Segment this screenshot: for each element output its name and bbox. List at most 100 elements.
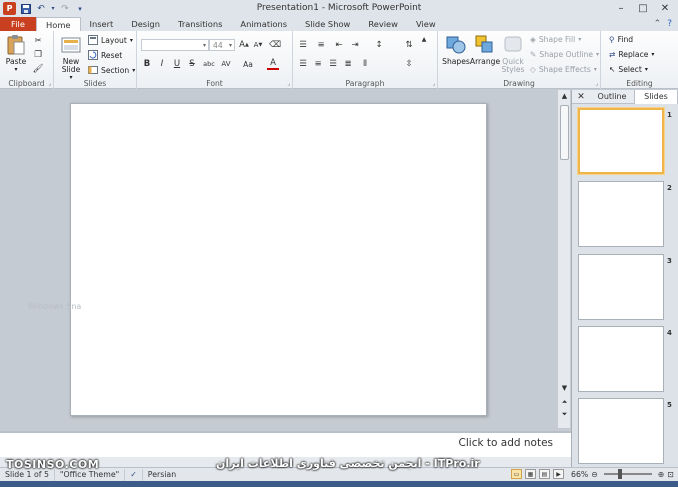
font-launcher-icon[interactable]: ⌟ <box>287 80 290 87</box>
title-bar: P ↶ ▾ ↷ ▾ Presentation1 - Microsoft Powe… <box>0 0 678 17</box>
tab-view[interactable]: View <box>407 17 445 31</box>
shape-fill-button[interactable]: ◈ Shape Fill ▾ <box>530 35 581 44</box>
close-icon[interactable]: ✕ <box>654 0 676 16</box>
slide-thumbnail[interactable] <box>578 398 664 464</box>
tab-outline[interactable]: Outline <box>590 90 634 104</box>
tab-slides[interactable]: Slides <box>634 89 678 104</box>
shape-outline-button[interactable]: ✎ Shape Outline ▾ <box>530 50 599 59</box>
tab-insert[interactable]: Insert <box>81 17 123 31</box>
cut-icon[interactable]: ✂ <box>32 35 44 47</box>
replace-button[interactable]: ⇄ Replace ▾ <box>609 50 654 59</box>
shadow-icon[interactable]: abc <box>201 58 217 70</box>
slide-sorter-view-icon[interactable]: ▦ <box>525 469 537 479</box>
notes-pane[interactable]: Click to add notes <box>0 431 571 457</box>
font-name-combo[interactable]: ▾ <box>141 39 209 51</box>
justify-icon[interactable]: ≣ <box>342 58 354 70</box>
shapes-button[interactable]: Shapes <box>442 34 470 66</box>
slide-thumbnail[interactable] <box>578 108 664 174</box>
previous-slide-icon[interactable]: ⏶ <box>558 396 571 408</box>
decrease-indent-icon[interactable]: ⇤ <box>333 39 345 51</box>
align-right-icon[interactable]: ☰ <box>327 58 339 70</box>
zoom-slider[interactable] <box>603 469 652 479</box>
reset-button[interactable]: Reset <box>88 50 122 60</box>
slide-thumbnail[interactable] <box>578 326 664 392</box>
grow-font-icon[interactable]: A ▲ <box>238 39 250 51</box>
tab-design[interactable]: Design <box>122 17 169 31</box>
bullets-icon[interactable]: ☰ <box>297 39 309 51</box>
align-left-icon[interactable]: ☰ <box>297 58 309 70</box>
change-case-icon[interactable]: Aa <box>241 58 255 70</box>
text-direction-icon[interactable]: ⇅ <box>403 39 415 51</box>
editor-vertical-scrollbar[interactable]: ▲ ▼ ⏶ ⏷ <box>557 90 570 428</box>
bold-icon[interactable]: B <box>141 58 153 70</box>
clipboard-launcher-icon[interactable]: ⌟ <box>48 80 51 87</box>
shape-effects-button[interactable]: ◇ Shape Effects ▾ <box>530 65 597 74</box>
maximize-icon[interactable]: □ <box>632 0 654 16</box>
save-icon[interactable] <box>20 3 32 15</box>
find-button[interactable]: ⚲ Find <box>609 35 633 44</box>
select-button[interactable]: ↖ Select ▾ <box>609 65 648 74</box>
underline-icon[interactable]: U <box>171 58 183 70</box>
redo-icon[interactable]: ↷ <box>59 3 71 15</box>
strikethrough-icon[interactable]: S <box>186 58 198 70</box>
slide-thumbnail[interactable] <box>578 181 664 247</box>
language-indicator[interactable]: Persian <box>143 469 181 481</box>
reading-view-icon[interactable]: ▤ <box>539 469 551 479</box>
zoom-out-icon[interactable]: ⊖ <box>591 470 598 479</box>
undo-dropdown-icon[interactable]: ▾ <box>50 3 56 15</box>
zoom-slider-knob[interactable] <box>618 469 623 479</box>
italic-icon[interactable]: I <box>156 58 168 70</box>
columns-icon[interactable]: ⫴ <box>359 58 371 70</box>
minimize-ribbon-icon[interactable]: ⌃ <box>654 19 662 29</box>
powerpoint-app-icon[interactable]: P <box>3 2 16 15</box>
line-spacing-icon[interactable]: ↕ <box>373 39 385 51</box>
minimize-icon[interactable]: – <box>610 0 632 16</box>
help-icon[interactable]: ? <box>667 19 672 29</box>
spell-check-icon[interactable]: ✓ <box>125 468 143 481</box>
zoom-level[interactable]: 66% <box>571 470 588 479</box>
zoom-in-icon[interactable]: ⊕ <box>658 470 665 479</box>
undo-icon[interactable]: ↶ <box>35 3 47 15</box>
tab-slide-show[interactable]: Slide Show <box>296 17 359 31</box>
paragraph-launcher-icon[interactable]: ⌟ <box>432 80 435 87</box>
slide-show-view-icon[interactable]: ▶ <box>553 469 565 479</box>
numbering-icon[interactable]: ≡ <box>315 39 327 51</box>
increase-indent-icon[interactable]: ⇥ <box>349 39 361 51</box>
status-right-controls: ▭ ▦ ▤ ▶ 66% ⊖ ⊕ ⊡ <box>511 469 674 479</box>
tab-transitions[interactable]: Transitions <box>169 17 231 31</box>
shrink-font-icon[interactable]: A ▼ <box>252 39 264 51</box>
snipping-watermark: Windows Sna <box>28 302 82 311</box>
new-slide-button[interactable]: New Slide ▾ <box>58 34 84 82</box>
drawing-launcher-icon[interactable]: ⌟ <box>595 80 598 87</box>
window-title: Presentation1 - Microsoft PowerPoint <box>256 3 422 13</box>
quick-styles-button[interactable]: Quick Styles <box>501 34 525 74</box>
scroll-up-icon[interactable]: ▲ <box>558 90 571 102</box>
next-slide-icon[interactable]: ⏷ <box>558 408 571 420</box>
clear-formatting-icon[interactable]: ⌫ <box>269 39 281 51</box>
tab-file[interactable]: File <box>0 17 36 31</box>
chevron-down-icon: ▾ <box>14 66 18 73</box>
close-icon[interactable]: ✕ <box>572 92 590 102</box>
gallery-up-icon[interactable]: ▲ <box>418 33 430 45</box>
normal-view-icon[interactable]: ▭ <box>511 469 523 479</box>
fit-slide-icon[interactable]: ⊡ <box>667 470 674 479</box>
align-text-icon[interactable]: ⇳ <box>403 58 415 70</box>
slide-thumbnail[interactable] <box>578 254 664 320</box>
tab-animations[interactable]: Animations <box>231 17 296 31</box>
character-spacing-icon[interactable]: AV <box>219 58 233 70</box>
scroll-thumb[interactable] <box>560 105 569 160</box>
scroll-down-icon[interactable]: ▼ <box>558 382 571 394</box>
slide-canvas[interactable] <box>70 103 487 416</box>
paste-button[interactable]: Paste ▾ <box>4 34 28 74</box>
arrange-button[interactable]: Arrange <box>470 34 500 66</box>
copy-icon[interactable]: ❐ <box>32 49 44 61</box>
layout-button[interactable]: Layout ▾ <box>88 35 133 45</box>
tab-home[interactable]: Home <box>36 17 81 31</box>
section-button[interactable]: Section ▾ <box>88 65 135 75</box>
tab-review[interactable]: Review <box>359 17 407 31</box>
font-color-icon[interactable]: A <box>267 58 279 70</box>
align-center-icon[interactable]: ≡ <box>312 58 324 70</box>
customize-icon[interactable]: ▾ <box>74 3 86 15</box>
font-size-combo[interactable]: 44 ▾ <box>209 39 235 51</box>
format-painter-icon[interactable]: 🖌 <box>32 63 44 75</box>
